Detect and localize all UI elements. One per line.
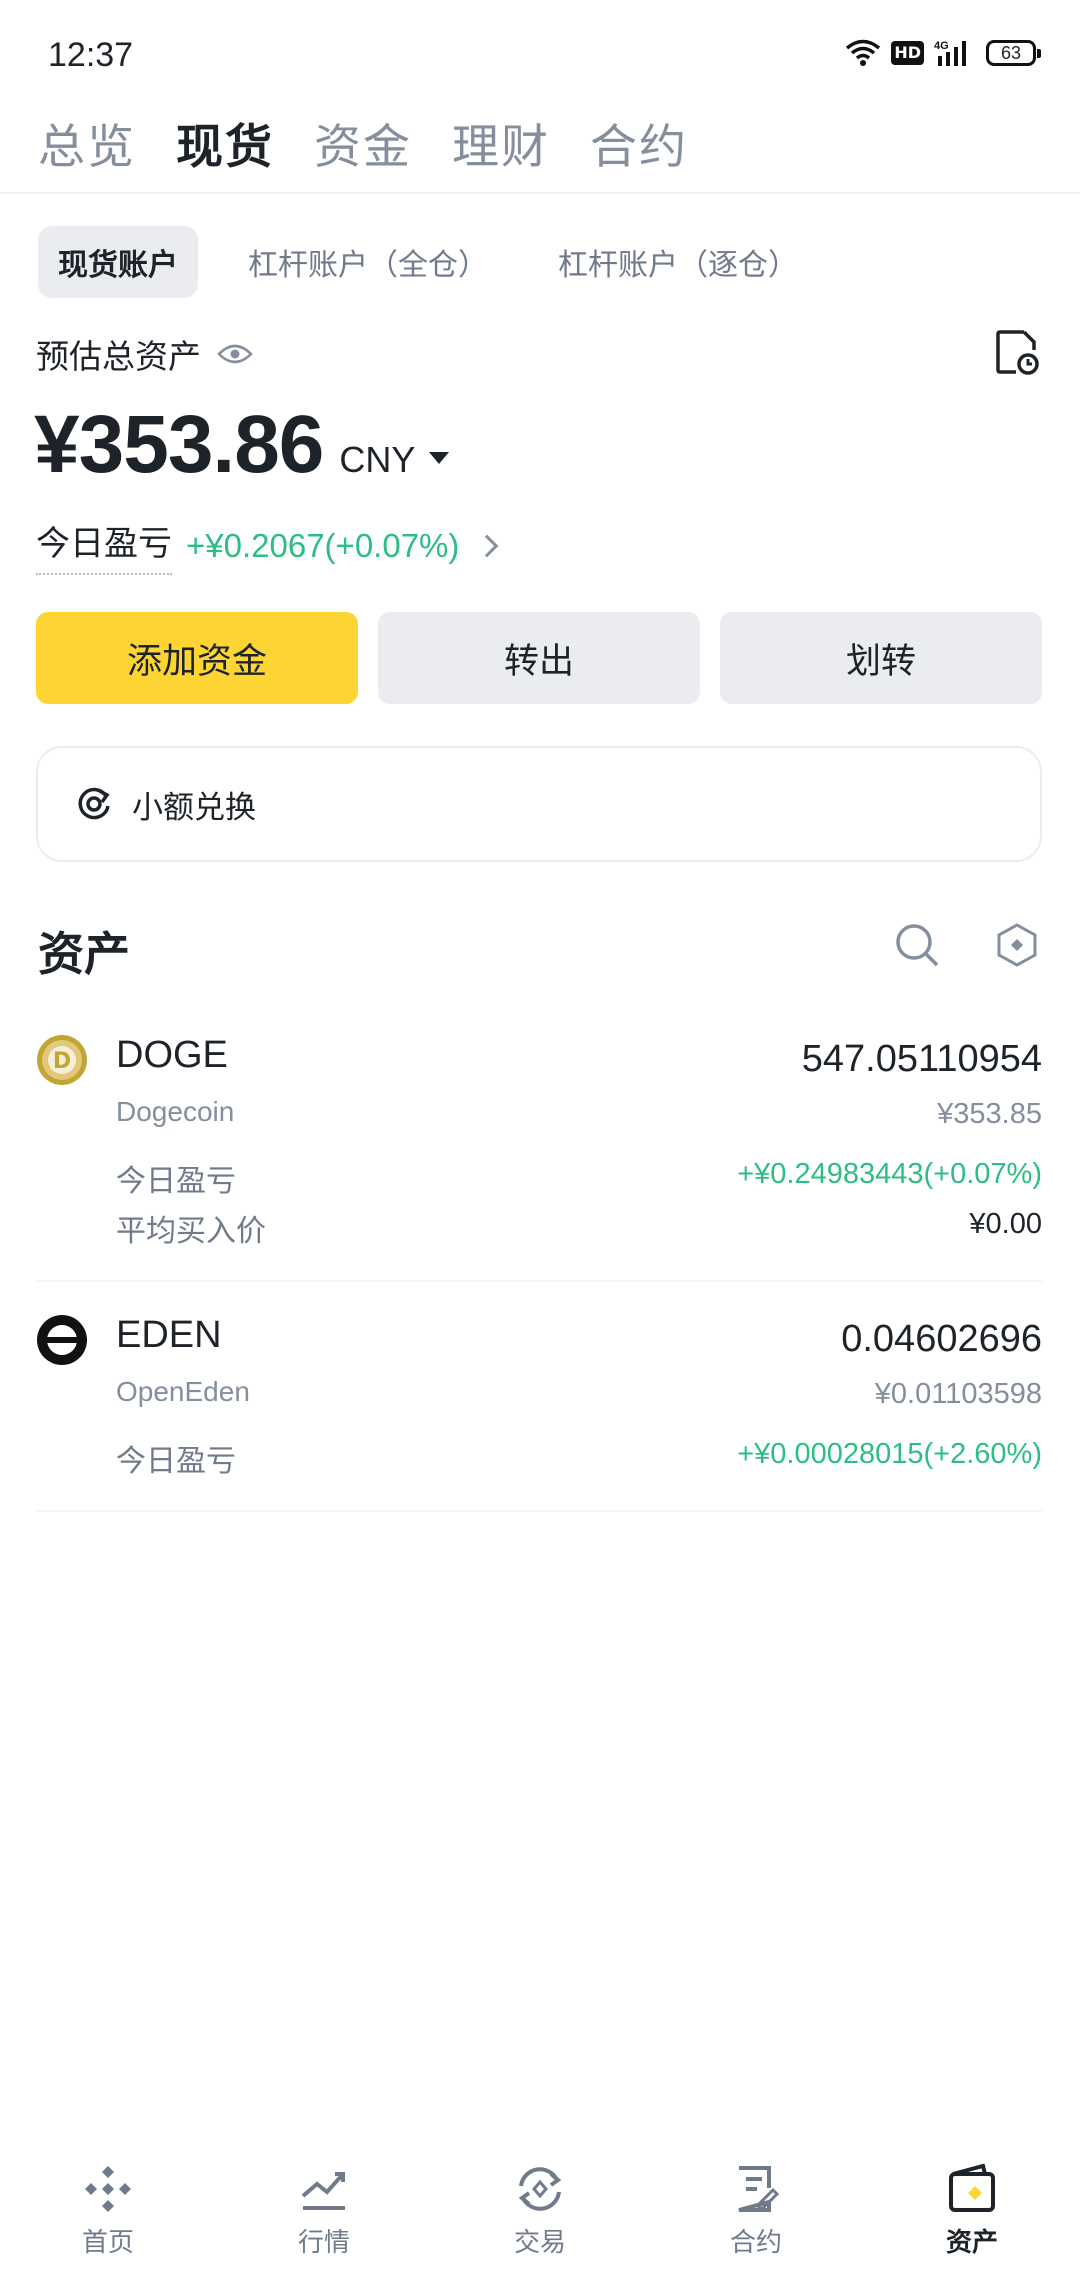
today-pnl-value: +¥0.2067(+0.07%) <box>186 526 460 564</box>
tab-isolated-margin[interactable]: 杠杆账户（逐仓） <box>538 226 818 298</box>
small-exchange-card[interactable]: 小额兑换 <box>36 746 1042 862</box>
tab-overview[interactable]: 总览 <box>38 108 136 177</box>
nav-futures[interactable]: 合约 <box>648 2160 864 2280</box>
add-funds-button[interactable]: 添加资金 <box>36 612 358 704</box>
convert-icon <box>78 787 110 820</box>
row-divider <box>36 1510 1042 1512</box>
row-divider <box>36 1280 1042 1282</box>
nav-label: 交易 <box>513 2228 566 2258</box>
hd-icon: HD <box>891 41 924 65</box>
status-time: 12:37 <box>48 36 134 74</box>
small-exchange-label: 小额兑换 <box>132 789 256 826</box>
today-pnl-label: 今日盈亏 <box>36 516 172 575</box>
bottom-nav: 首页 行情 交易 合约 资产 <box>0 2160 1080 2280</box>
asset-amount: 547.05110954 <box>801 1038 1042 1080</box>
asset-avg-price-value: ¥0.00 <box>969 1208 1042 1240</box>
total-balance: ¥353.86 CNY <box>34 398 450 492</box>
asset-avg-price-label: 平均买入价 <box>116 1214 266 1249</box>
tab-spot[interactable]: 现货 <box>176 108 274 177</box>
eden-logo-icon <box>37 1315 87 1365</box>
asset-pnl-value: +¥0.00028015(+2.60%) <box>737 1438 1042 1470</box>
asset-pnl-label: 今日盈亏 <box>116 1164 236 1199</box>
today-pnl-row[interactable]: 今日盈亏 +¥0.2067(+0.07%) <box>36 516 499 575</box>
asset-name: Dogecoin <box>116 1096 235 1127</box>
asset-amount: 0.04602696 <box>841 1318 1042 1360</box>
nav-label: 合约 <box>729 2228 782 2258</box>
wifi-icon <box>846 39 881 66</box>
tab-spot-account[interactable]: 现货账户 <box>38 226 198 298</box>
search-icon[interactable] <box>894 922 940 968</box>
nav-assets[interactable]: 资产 <box>864 2160 1080 2280</box>
nav-label: 首页 <box>81 2228 134 2258</box>
signal-icon: 4G <box>934 40 966 66</box>
status-icons: HD 4G 63 <box>845 38 1041 68</box>
divider <box>0 192 1080 194</box>
history-icon[interactable] <box>994 328 1040 376</box>
currency-label: CNY <box>339 439 416 480</box>
battery-level: 63 <box>1000 42 1022 63</box>
estimated-balance-label: 预估总资产 <box>36 337 201 376</box>
home-icon <box>85 2166 131 2212</box>
tab-futures[interactable]: 合约 <box>590 108 688 177</box>
transfer-button[interactable]: 划转 <box>720 612 1042 704</box>
asset-row-eden[interactable]: EDEN OpenEden 0.04602696 ¥0.01103598 今日盈… <box>36 1314 1042 1514</box>
nav-label: 行情 <box>297 2228 350 2258</box>
doge-logo-icon: D <box>37 1035 87 1085</box>
currency-selector[interactable]: CNY <box>339 439 450 481</box>
caret-down-icon <box>429 452 450 464</box>
nav-label: 资产 <box>945 2228 998 2258</box>
wallet-icon <box>949 2163 995 2212</box>
asset-symbol: DOGE <box>116 1034 228 1076</box>
nav-trade[interactable]: 交易 <box>432 2160 648 2280</box>
action-buttons: 添加资金 转出 划转 <box>36 612 1042 704</box>
asset-symbol: EDEN <box>116 1314 222 1356</box>
asset-pnl-label: 今日盈亏 <box>116 1444 236 1479</box>
trade-icon <box>518 2167 562 2211</box>
asset-name: OpenEden <box>116 1376 250 1407</box>
network-type-text: 4G <box>934 40 949 52</box>
nav-markets[interactable]: 行情 <box>216 2160 432 2280</box>
status-bar: 12:37 HD 4G 63 <box>0 0 1080 110</box>
account-tabs: 现货账户 杠杆账户（全仓） 杠杆账户（逐仓） <box>38 226 818 298</box>
assets-heading: 资产 <box>38 927 130 981</box>
asset-row-doge[interactable]: D DOGE Dogecoin 547.05110954 ¥353.85 今日盈… <box>36 1034 1042 1282</box>
nav-home[interactable]: 首页 <box>0 2160 216 2280</box>
asset-value: ¥353.85 <box>937 1098 1042 1130</box>
asset-pnl-value: +¥0.24983443(+0.07%) <box>737 1158 1042 1190</box>
estimated-balance-label-row: 预估总资产 <box>36 330 253 378</box>
tab-funding[interactable]: 资金 <box>314 108 412 177</box>
hide-small-balances-icon[interactable] <box>994 922 1040 968</box>
eye-icon[interactable] <box>217 342 253 366</box>
svg-text:D: D <box>53 1049 71 1074</box>
withdraw-button[interactable]: 转出 <box>378 612 700 704</box>
tab-cross-margin[interactable]: 杠杆账户（全仓） <box>228 226 508 298</box>
tab-earn[interactable]: 理财 <box>452 108 550 177</box>
top-tabs: 总览 现货 资金 理财 合约 <box>38 108 688 177</box>
chevron-right-icon <box>476 534 499 557</box>
asset-value: ¥0.01103598 <box>874 1378 1042 1410</box>
markets-chart-icon <box>301 2172 345 2210</box>
futures-doc-icon <box>738 2166 780 2212</box>
battery-icon: 63 <box>986 40 1041 66</box>
total-balance-amount: ¥353.86 <box>34 399 324 490</box>
